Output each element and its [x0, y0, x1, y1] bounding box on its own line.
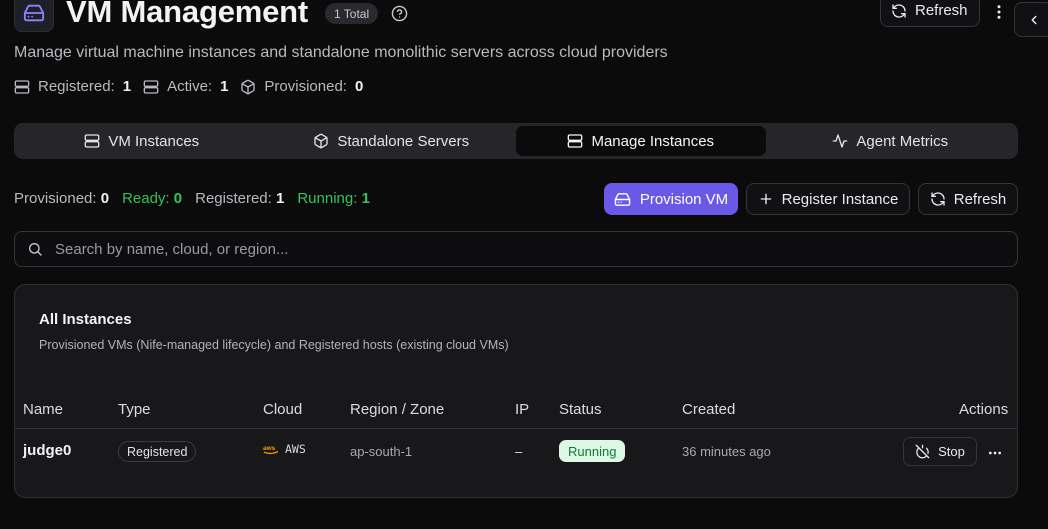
register-instance-button[interactable]: Register Instance	[746, 183, 910, 215]
stat-label: Provisioned:	[264, 78, 347, 95]
count-provisioned: Provisioned: 0	[14, 190, 109, 207]
column-header-created: Created	[682, 401, 736, 418]
instance-counts: Provisioned: 0 Ready: 0 Registered: 1 Ru…	[14, 190, 370, 207]
box-icon	[314, 133, 329, 149]
count-value: 0	[100, 190, 110, 207]
help-circle-icon[interactable]	[391, 5, 408, 22]
column-header-type: Type	[118, 401, 151, 418]
column-header-region: Region / Zone	[350, 401, 445, 418]
activity-icon	[833, 134, 848, 148]
refresh-instances-button[interactable]: Refresh	[918, 183, 1018, 215]
tab-standalone-servers[interactable]: Standalone Servers	[267, 126, 517, 156]
instance-name: judge0	[23, 442, 72, 459]
search-icon	[29, 243, 42, 256]
tab-manage-instances[interactable]: Manage Instances	[516, 126, 766, 156]
chevron-left-icon	[1031, 15, 1037, 24]
page-title: VM Management	[66, 0, 308, 29]
summary-stats: Registered: 1 Active: 1 Provisioned: 0	[14, 78, 375, 95]
count-registered: Registered: 1	[195, 190, 284, 207]
box-icon	[241, 79, 256, 94]
instance-region: ap-south-1	[350, 444, 413, 459]
card-title: All Instances	[39, 311, 132, 328]
instance-cloud: aws AWS	[263, 442, 306, 456]
stat-value: 1	[122, 78, 132, 95]
stat-label: Registered:	[38, 78, 115, 95]
table-row: judge0 Registered aws AWS ap-south-1 – R…	[15, 430, 1017, 474]
stat-active: Active: 1	[143, 78, 228, 95]
stat-label: Active:	[167, 78, 213, 95]
tab-bar: VM Instances Standalone Servers Manage I…	[14, 123, 1018, 159]
tab-label: VM Instances	[108, 132, 200, 150]
count-value: 1	[276, 190, 285, 207]
column-header-actions: Actions	[959, 401, 1009, 418]
refresh-icon	[931, 192, 945, 206]
hard-drive-icon	[614, 192, 631, 206]
search-input[interactable]	[55, 232, 1017, 266]
svg-text:aws: aws	[263, 445, 276, 452]
count-label: Provisioned:	[14, 190, 97, 207]
count-value: 0	[173, 190, 183, 207]
more-vertical-icon[interactable]	[990, 3, 1008, 21]
sidebar-toggle-button[interactable]	[1014, 2, 1048, 37]
count-value: 1	[361, 190, 370, 207]
refresh-instances-label: Refresh	[953, 190, 1007, 208]
instance-created: 36 minutes ago	[682, 444, 771, 459]
server-icon	[84, 134, 100, 148]
column-header-cloud: Cloud	[263, 401, 303, 418]
register-instance-label: Register Instance	[781, 190, 899, 208]
server-icon	[568, 134, 583, 148]
status-badge: Running	[559, 440, 626, 462]
tab-vm-instances[interactable]: VM Instances	[17, 126, 267, 156]
more-horizontal-icon[interactable]	[987, 445, 1003, 461]
aws-logo-icon: aws	[263, 445, 279, 454]
column-header-status: Status	[559, 401, 602, 418]
refresh-icon	[892, 3, 906, 18]
plus-icon	[760, 193, 771, 205]
tab-agent-metrics[interactable]: Agent Metrics	[766, 126, 1016, 156]
stat-registered: Registered: 1	[14, 78, 131, 95]
column-header-name: Name	[23, 401, 64, 418]
stat-value: 1	[220, 78, 229, 95]
instance-ip: –	[515, 444, 523, 459]
app-logo	[14, 0, 54, 32]
count-ready: Ready: 0	[122, 190, 182, 207]
server-icon	[14, 79, 30, 94]
instances-card: All Instances Provisioned VMs (Nife-mana…	[14, 284, 1018, 498]
count-label: Ready:	[122, 190, 170, 207]
hard-drive-icon	[23, 4, 45, 22]
column-header-ip: IP	[515, 401, 530, 418]
stat-value: 0	[354, 78, 364, 95]
provision-vm-label: Provision VM	[639, 190, 729, 208]
header-refresh-button[interactable]: Refresh	[880, 0, 980, 27]
total-count-badge: 1 Total	[325, 3, 379, 24]
power-off-icon	[915, 444, 930, 459]
table-header: Name Type Cloud Region / Zone IP Status …	[15, 399, 1017, 429]
tab-label: Manage Instances	[591, 132, 715, 150]
server-icon	[143, 79, 159, 94]
tab-label: Standalone Servers	[337, 132, 470, 150]
tab-label: Agent Metrics	[856, 132, 949, 150]
header-refresh-label: Refresh	[915, 2, 968, 19]
stat-provisioned: Provisioned: 0	[240, 78, 363, 95]
page-subtitle: Manage virtual machine instances and sta…	[14, 44, 668, 61]
card-description: Provisioned VMs (Nife-managed lifecycle)…	[39, 338, 509, 352]
cloud-label: AWS	[285, 442, 306, 456]
stop-button[interactable]: Stop	[903, 437, 977, 466]
count-label: Registered:	[195, 190, 272, 207]
provision-vm-button[interactable]: Provision VM	[604, 183, 738, 215]
stop-label: Stop	[938, 444, 965, 459]
instance-type-badge: Registered	[118, 441, 197, 462]
count-running: Running: 1	[297, 190, 370, 207]
search-bar	[14, 231, 1018, 267]
count-label: Running:	[297, 190, 358, 207]
